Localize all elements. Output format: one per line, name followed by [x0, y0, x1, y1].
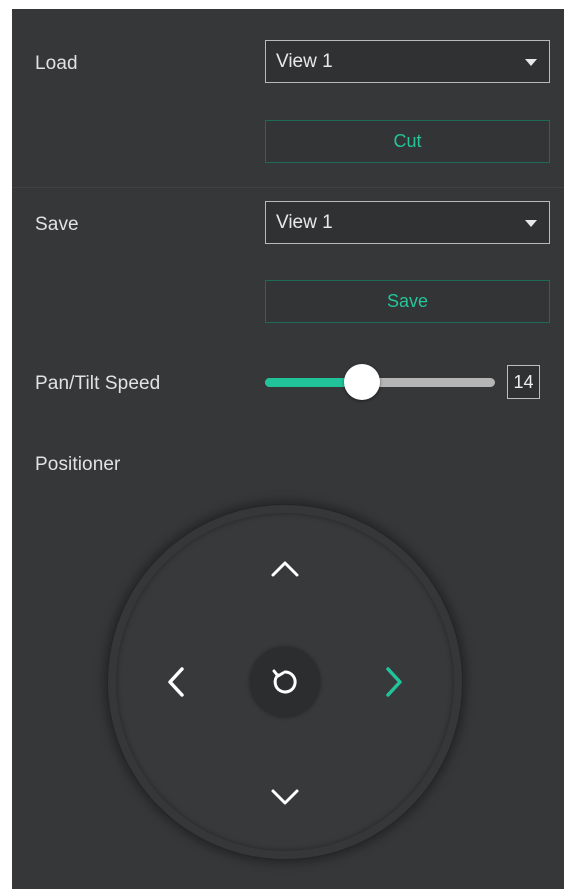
save-view-value: View 1 — [276, 212, 333, 233]
pan-down-button[interactable] — [255, 767, 315, 827]
dropdown-caret-icon — [525, 220, 537, 227]
save-view-select[interactable]: View 1 — [265, 201, 550, 244]
pan-left-button[interactable] — [146, 652, 206, 712]
positioner-joystick — [108, 505, 462, 859]
reset-position-button[interactable] — [250, 647, 320, 717]
chevron-right-icon — [386, 667, 402, 697]
chevron-up-icon — [271, 561, 299, 577]
save-label: Save — [35, 214, 79, 235]
save-button[interactable]: Save — [265, 280, 550, 323]
section-divider — [12, 187, 564, 188]
positioner-ring — [116, 513, 454, 851]
pan-tilt-speed-label: Pan/Tilt Speed — [35, 373, 161, 394]
pan-up-button[interactable] — [255, 539, 315, 599]
load-label: Load — [35, 53, 78, 74]
ptz-control-panel: Load View 1 Cut Save View 1 Save Pan/Til… — [12, 9, 564, 889]
pan-tilt-speed-value[interactable]: 14 — [507, 365, 540, 399]
chevron-down-icon — [271, 789, 299, 805]
cut-button[interactable]: Cut — [265, 120, 550, 163]
chevron-left-icon — [168, 667, 184, 697]
positioner-label: Positioner — [35, 454, 121, 475]
pan-tilt-speed-slider[interactable] — [265, 364, 495, 400]
load-view-value: View 1 — [276, 51, 333, 72]
pan-right-button[interactable] — [364, 652, 424, 712]
reset-icon — [272, 669, 297, 694]
slider-thumb[interactable] — [343, 364, 380, 400]
load-view-select[interactable]: View 1 — [265, 40, 550, 83]
dropdown-caret-icon — [525, 59, 537, 66]
